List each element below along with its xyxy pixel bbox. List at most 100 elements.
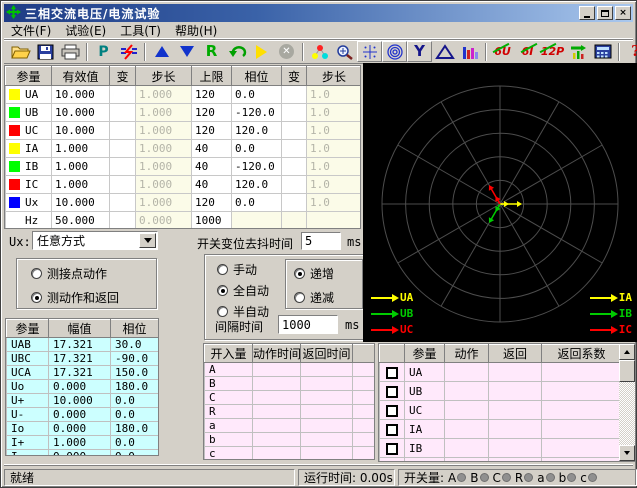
rms-cell[interactable]: 10.000 <box>52 104 110 122</box>
debounce-input[interactable] <box>301 232 341 250</box>
six-i-button[interactable]: 6I <box>515 41 540 62</box>
interval-input[interactable] <box>278 315 338 334</box>
harmonic-bars-button[interactable] <box>457 41 482 62</box>
vary-cell[interactable] <box>110 176 136 194</box>
phase-cell[interactable]: -120.0 <box>232 158 282 176</box>
phase-cell[interactable]: 0.0 <box>232 194 282 212</box>
vary-cell[interactable] <box>282 176 307 194</box>
radio-option[interactable]: 手动 <box>217 261 269 278</box>
limit-cell[interactable]: 40 <box>192 140 232 158</box>
limit-cell[interactable]: 120 <box>192 86 232 104</box>
six-u-button[interactable]: 6U <box>490 41 515 62</box>
vary-cell[interactable] <box>282 86 307 104</box>
phase-step-cell[interactable]: 1.0 <box>307 158 362 176</box>
phase-step-cell[interactable]: 1.0 <box>307 86 362 104</box>
vary-cell[interactable] <box>110 122 136 140</box>
vertical-scrollbar[interactable] <box>619 344 635 461</box>
scroll-up-button[interactable] <box>619 344 635 360</box>
start-button[interactable] <box>249 41 274 62</box>
checkbox[interactable] <box>386 443 398 455</box>
limit-cell[interactable]: 120 <box>192 194 232 212</box>
menu-item[interactable]: 试验(E) <box>58 21 113 40</box>
pause-p-button[interactable]: P <box>91 41 116 62</box>
scroll-down-button[interactable] <box>619 445 635 461</box>
undo-button[interactable] <box>224 41 249 62</box>
vary-cell[interactable] <box>110 212 136 230</box>
radio-option[interactable]: 测接点动作 <box>31 265 119 282</box>
step-down-button[interactable] <box>174 41 199 62</box>
phase-cell[interactable]: -120.0 <box>232 104 282 122</box>
vary-cell[interactable] <box>110 104 136 122</box>
save-button[interactable] <box>33 41 58 62</box>
scrollbar-thumb[interactable] <box>619 360 635 382</box>
print-button[interactable] <box>58 41 83 62</box>
phase-step-cell[interactable] <box>307 212 362 230</box>
step-cell[interactable]: 1.000 <box>136 176 192 194</box>
delta-button[interactable] <box>432 41 457 62</box>
menu-item[interactable]: 工具(T) <box>113 21 168 40</box>
step-cell[interactable]: 1.000 <box>136 86 192 104</box>
rms-cell[interactable]: 10.000 <box>52 86 110 104</box>
combo-dropdown-button[interactable] <box>139 233 156 248</box>
vary-cell[interactable] <box>110 194 136 212</box>
checkbox[interactable] <box>386 386 398 398</box>
vary-cell[interactable] <box>282 194 307 212</box>
step-cell[interactable]: 1.000 <box>136 158 192 176</box>
radio-option[interactable]: 全自动 <box>217 282 269 299</box>
menu-item[interactable]: 文件(F) <box>4 21 58 40</box>
rms-cell[interactable]: 1.000 <box>52 140 110 158</box>
rms-cell[interactable]: 10.000 <box>52 122 110 140</box>
phase-step-cell[interactable]: 1.0 <box>307 104 362 122</box>
step-cell[interactable]: 1.000 <box>136 140 192 158</box>
limit-cell[interactable]: 40 <box>192 158 232 176</box>
limit-cell[interactable]: 40 <box>192 176 232 194</box>
open-button[interactable] <box>8 41 33 62</box>
target-button[interactable] <box>382 41 407 62</box>
vary-cell[interactable] <box>110 158 136 176</box>
checkbox[interactable] <box>386 405 398 417</box>
phase-cell[interactable] <box>232 212 282 230</box>
phase-step-cell[interactable]: 1.0 <box>307 194 362 212</box>
phase-cell[interactable]: 120.0 <box>232 176 282 194</box>
vector-group-button[interactable] <box>307 41 332 62</box>
phase-cell[interactable]: 0.0 <box>232 86 282 104</box>
vary-cell[interactable] <box>110 86 136 104</box>
ux-mode-select[interactable]: 任意方式 <box>32 231 158 250</box>
step-cell[interactable]: 1.000 <box>136 194 192 212</box>
vary-cell[interactable] <box>282 122 307 140</box>
step-cell[interactable]: 1.000 <box>136 122 192 140</box>
radio-option[interactable]: 测动作和返回 <box>31 289 119 306</box>
calculator-button[interactable] <box>590 41 615 62</box>
step-up-button[interactable] <box>149 41 174 62</box>
rms-cell[interactable]: 50.000 <box>52 212 110 230</box>
refresh-star-button[interactable] <box>357 41 382 62</box>
rms-cell[interactable]: 1.000 <box>52 158 110 176</box>
vary-cell[interactable] <box>282 212 307 230</box>
radio-option[interactable]: 递减 <box>294 289 334 306</box>
vary-cell[interactable] <box>282 104 307 122</box>
phase-step-cell[interactable]: 1.0 <box>307 176 362 194</box>
help-button[interactable]: ? <box>623 41 637 62</box>
limit-cell[interactable]: 120 <box>192 122 232 140</box>
phase-cell[interactable]: 120.0 <box>232 122 282 140</box>
short-circuit-button[interactable] <box>116 41 141 62</box>
vary-cell[interactable] <box>110 140 136 158</box>
checkbox[interactable] <box>386 367 398 379</box>
stop-button[interactable]: ✕ <box>274 41 299 62</box>
checkbox[interactable] <box>386 424 398 436</box>
phase-step-cell[interactable]: 1.0 <box>307 122 362 140</box>
wye-button[interactable]: Y <box>407 41 432 62</box>
limit-cell[interactable]: 1000 <box>192 212 232 230</box>
radio-option[interactable]: 递增 <box>294 265 334 282</box>
limit-cell[interactable]: 120 <box>192 104 232 122</box>
report-button[interactable] <box>565 41 590 62</box>
rms-cell[interactable]: 10.000 <box>52 194 110 212</box>
vary-cell[interactable] <box>282 140 307 158</box>
maximize-button[interactable] <box>597 6 613 20</box>
close-button[interactable]: × <box>615 6 631 20</box>
phase-step-cell[interactable]: 1.0 <box>307 140 362 158</box>
reset-r-button[interactable]: R <box>199 41 224 62</box>
twelve-p-button[interactable]: 12P <box>540 41 565 62</box>
minimize-button[interactable] <box>579 6 595 20</box>
rms-cell[interactable]: 1.000 <box>52 176 110 194</box>
